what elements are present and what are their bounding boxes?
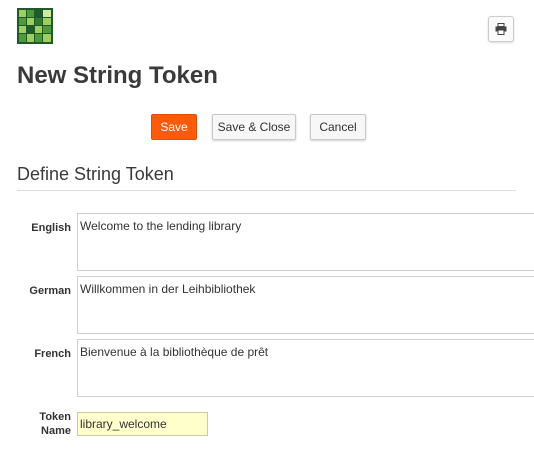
printer-icon bbox=[495, 23, 507, 35]
german-field[interactable]: Willkommen in der Leihbibliothek bbox=[77, 276, 534, 334]
app-logo bbox=[17, 8, 53, 44]
grid-logo-icon bbox=[17, 8, 53, 44]
cancel-button[interactable]: Cancel bbox=[310, 114, 366, 140]
token-name-label-line1: Token bbox=[39, 411, 71, 423]
token-name-label-line2: Name bbox=[41, 425, 71, 437]
section-title: Define String Token bbox=[17, 164, 174, 184]
save-and-close-button[interactable]: Save & Close bbox=[212, 114, 296, 140]
french-label: French bbox=[34, 348, 71, 360]
token-name-label: Token Name bbox=[0, 410, 71, 438]
french-field[interactable]: Bienvenue à la bibliothèque de prêt bbox=[77, 339, 534, 397]
print-button[interactable] bbox=[488, 16, 514, 42]
german-label: German bbox=[29, 285, 71, 297]
page-title: New String Token bbox=[17, 62, 218, 89]
save-button[interactable]: Save bbox=[151, 114, 197, 140]
english-label: English bbox=[31, 222, 71, 234]
token-name-input[interactable]: library_welcome bbox=[77, 412, 208, 436]
section-divider bbox=[17, 190, 516, 191]
english-field[interactable]: Welcome to the lending library bbox=[77, 213, 534, 271]
